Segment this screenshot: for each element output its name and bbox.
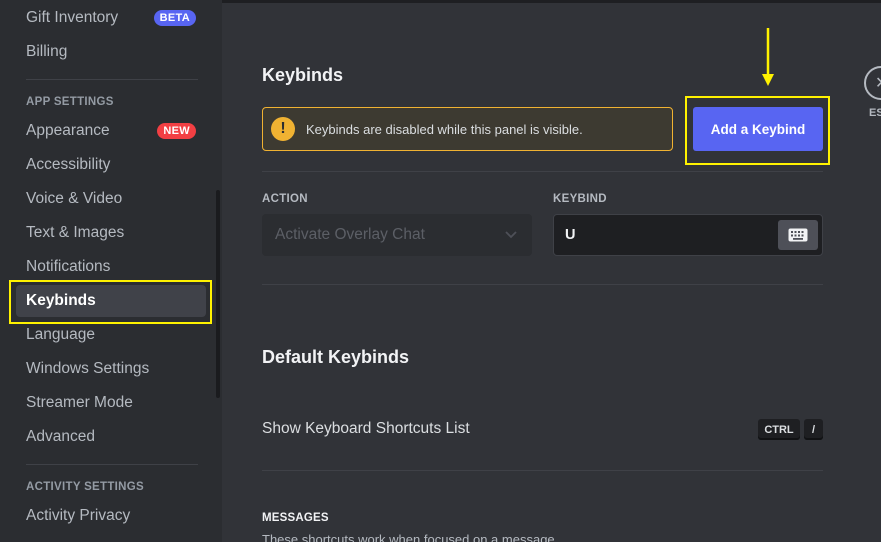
add-keybind-highlight bbox=[685, 96, 830, 165]
sidebar-item-label: Language bbox=[26, 326, 95, 343]
action-label: ACTION bbox=[262, 193, 308, 205]
key-ctrl: CTRL bbox=[758, 419, 800, 440]
messages-category-title: MESSAGES bbox=[262, 512, 329, 524]
sidebar-divider bbox=[26, 79, 198, 80]
sidebar-item-label: Notifications bbox=[26, 258, 111, 275]
sidebar-item-label: Text & Images bbox=[26, 224, 125, 241]
chevron-down-icon bbox=[505, 231, 517, 239]
warning-text: Keybinds are disabled while this panel i… bbox=[306, 121, 583, 137]
warning-icon: ! bbox=[271, 117, 295, 141]
sidebar-item-advanced[interactable]: Advanced bbox=[16, 421, 206, 453]
sidebar-item-accessibility[interactable]: Accessibility bbox=[16, 149, 206, 181]
keyboard-icon bbox=[788, 228, 808, 242]
keybind-label: KEYBIND bbox=[553, 193, 607, 205]
action-value: Activate Overlay Chat bbox=[275, 226, 425, 243]
sidebar-item-label: Appearance bbox=[26, 122, 110, 139]
sidebar-divider bbox=[26, 464, 198, 465]
sidebar-item-label: Advanced bbox=[26, 428, 95, 445]
beta-badge: BETA bbox=[153, 10, 196, 26]
section-divider bbox=[262, 171, 823, 172]
default-keybinds-title: Default Keybinds bbox=[262, 347, 410, 367]
sidebar-item-appearance[interactable]: Appearance NEW bbox=[16, 115, 206, 147]
sidebar-item-notifications[interactable]: Notifications bbox=[16, 251, 206, 283]
close-icon: ✕ bbox=[875, 73, 881, 93]
sidebar-item-streamer-mode[interactable]: Streamer Mode bbox=[16, 387, 206, 419]
sidebar-item-billing[interactable]: Billing bbox=[16, 36, 206, 68]
warning-banner: ! Keybinds are disabled while this panel… bbox=[262, 107, 673, 151]
key-slash: / bbox=[804, 419, 823, 440]
sidebar-item-voice-video[interactable]: Voice & Video bbox=[16, 183, 206, 215]
activity-settings-header: ACTIVITY SETTINGS bbox=[26, 481, 144, 493]
sidebar-item-label: Accessibility bbox=[26, 156, 111, 173]
close-button[interactable]: ✕ bbox=[864, 66, 881, 100]
sidebar-item-label: Billing bbox=[26, 43, 68, 60]
keybind-input[interactable]: U bbox=[553, 214, 823, 256]
sidebar-item-label: Activity Privacy bbox=[26, 507, 131, 524]
keybinds-highlight bbox=[9, 280, 212, 324]
shortcut-label: Show Keyboard Shortcuts List bbox=[262, 420, 470, 437]
sidebar-item-windows-settings[interactable]: Windows Settings bbox=[16, 353, 206, 385]
sidebar-scrollbar[interactable] bbox=[216, 190, 220, 398]
record-keybind-button[interactable] bbox=[778, 220, 818, 250]
sidebar-item-activity-privacy[interactable]: Activity Privacy bbox=[16, 500, 206, 532]
arrow-down-icon bbox=[762, 28, 774, 86]
keybind-value: U bbox=[565, 227, 576, 243]
sidebar-item-label: Voice & Video bbox=[26, 190, 123, 207]
sidebar-item-label: Streamer Mode bbox=[26, 394, 133, 411]
section-divider bbox=[262, 284, 823, 285]
page-title: Keybinds bbox=[262, 65, 344, 85]
section-divider bbox=[262, 470, 823, 471]
sidebar-item-label: Windows Settings bbox=[26, 360, 150, 377]
esc-label: ESC bbox=[869, 107, 881, 119]
settings-sidebar: Gift Inventory BETA Billing APP SETTINGS… bbox=[0, 0, 222, 542]
sidebar-item-text-images[interactable]: Text & Images bbox=[16, 217, 206, 249]
action-select: Activate Overlay Chat bbox=[262, 214, 532, 256]
sidebar-item-label: Gift Inventory bbox=[26, 9, 119, 26]
messages-category-description: These shortcuts work when focused on a m… bbox=[262, 532, 559, 542]
sidebar-item-gift-inventory[interactable]: Gift Inventory BETA bbox=[16, 2, 206, 34]
new-badge: NEW bbox=[157, 123, 196, 139]
app-settings-header: APP SETTINGS bbox=[26, 96, 114, 108]
